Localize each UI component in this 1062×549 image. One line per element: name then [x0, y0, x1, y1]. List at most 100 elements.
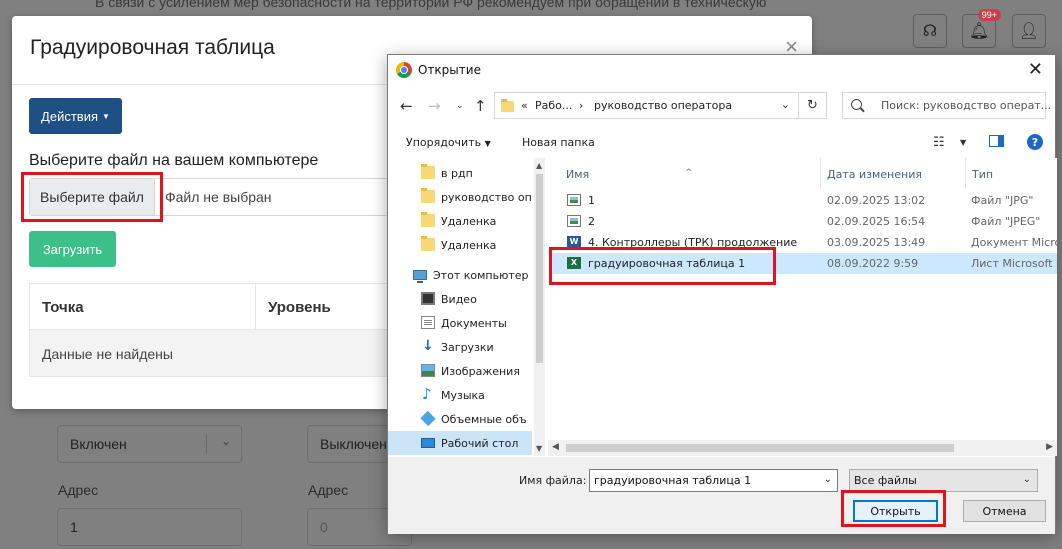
cancel-button[interactable]: Отмена — [963, 500, 1046, 522]
column-type-label: Тип — [972, 168, 994, 181]
nav-item-3d-objects[interactable]: Объемные объ — [388, 407, 532, 431]
table-header: Точка Уровень — [30, 284, 408, 330]
organize-button[interactable]: Упорядочить ▼ — [406, 136, 491, 149]
nav-scrollbar[interactable]: ▲ ▼ — [534, 158, 545, 456]
address-label-2: Адрес — [308, 482, 349, 498]
breadcrumb-current[interactable]: руководство оператора — [594, 99, 732, 112]
chrome-icon — [396, 62, 412, 78]
file-type: Файл "JPG" — [971, 194, 1034, 207]
upload-button[interactable]: Загрузить — [29, 231, 116, 267]
support-button[interactable]: ☊ — [913, 14, 947, 48]
address-label-1: Адрес — [58, 482, 99, 498]
filetype-select[interactable]: Все файлы ⌄ — [849, 469, 1038, 492]
horizontal-scroll-thumb[interactable] — [566, 444, 954, 452]
table-empty-row: Данные не найдены — [30, 330, 408, 376]
file-name: 1 — [588, 194, 595, 207]
file-type: Документ Micro — [971, 236, 1057, 249]
nav-item-desktop[interactable]: Рабочий стол — [388, 431, 532, 455]
refresh-button[interactable]: ↻ — [798, 92, 826, 119]
scroll-right-icon[interactable]: ▶ — [1046, 442, 1053, 452]
nav-item-documents[interactable]: Документы — [388, 311, 532, 335]
notifications-badge: 99+ — [977, 9, 1001, 21]
file-list: Имя ^ Дата изменения Тип 1 02.09.2025 13… — [548, 158, 1057, 456]
music-icon: ♪ — [422, 385, 432, 403]
search-icon — [851, 99, 862, 110]
address-input-1-value: 1 — [70, 519, 78, 535]
new-folder-button[interactable]: Новая папка — [522, 136, 595, 149]
search-input[interactable]: Поиск: руководство операт... — [842, 92, 1051, 119]
folder-icon — [421, 236, 435, 251]
folder-icon — [421, 212, 435, 227]
breadcrumb-parent[interactable]: Рабо... — [535, 99, 572, 112]
forward-arrow-icon[interactable]: → — [428, 97, 441, 115]
file-status: Файл не выбран — [165, 189, 272, 205]
preview-pane-icon[interactable] — [989, 135, 1004, 147]
dialog-close-button[interactable]: ✕ — [1028, 59, 1043, 80]
filename-input[interactable]: градуировочная таблица 1 ⌄ — [589, 469, 838, 492]
column-header-type[interactable]: Тип — [966, 158, 1057, 188]
status-select-2-value: Выключен — [320, 436, 387, 452]
scroll-down-icon[interactable]: ▼ — [536, 444, 542, 453]
folder-icon — [421, 188, 435, 203]
notifications-button[interactable]: 🔔︎ 99+ — [962, 9, 1001, 48]
column-header-date[interactable]: Дата изменения — [821, 158, 966, 188]
nav-item-folder-remote-1[interactable]: Удаленка — [388, 209, 532, 233]
file-name: 2 — [588, 215, 595, 228]
help-icon[interactable]: ? — [1027, 134, 1043, 150]
file-type: Файл "JPEG" — [971, 215, 1041, 228]
up-arrow-icon[interactable]: ↑ — [474, 97, 487, 115]
3d-objects-icon — [420, 410, 436, 427]
dialog-footer: Имя файла: градуировочная таблица 1 ⌄ Вс… — [388, 457, 1055, 534]
file-row[interactable]: 1 02.09.2025 13:02 Файл "JPG" — [550, 190, 1057, 211]
back-arrow-icon[interactable]: ← — [400, 97, 413, 115]
chevron-down-icon[interactable]: ⌄ — [824, 474, 832, 485]
nav-item-label: руководство оп — [441, 191, 532, 204]
file-date: 08.09.2022 9:59 — [827, 257, 919, 270]
nav-item-label: Изображения — [441, 365, 520, 378]
breadcrumb-overflow[interactable]: « — [521, 99, 528, 112]
nav-item-video[interactable]: Видео — [388, 287, 532, 311]
file-date: 02.09.2025 16:54 — [827, 215, 926, 228]
chevron-down-icon: ⌄ — [220, 434, 231, 448]
nav-item-label: Этот компьютер — [433, 269, 529, 282]
scroll-up-icon[interactable]: ▲ — [536, 161, 542, 170]
view-options-icon[interactable]: ☷ — [933, 135, 945, 150]
address-bar[interactable]: « Рабо... › руководство оператора ⌄ — [494, 92, 827, 119]
recent-chevron-icon[interactable]: ⌄ — [456, 101, 464, 111]
file-row[interactable]: 2 02.09.2025 16:54 Файл "JPEG" — [550, 211, 1057, 232]
nav-item-folder-manual[interactable]: руководство оп — [388, 185, 532, 209]
modal-title: Градуировочная таблица — [30, 36, 275, 59]
organize-label: Упорядочить — [406, 136, 482, 149]
dialog-titlebar: Открытие ✕ — [388, 55, 1055, 85]
status-select-1[interactable]: Включен ⌄ — [57, 425, 242, 463]
image-file-icon — [567, 215, 581, 227]
nav-item-label: в рдп — [441, 167, 473, 180]
nav-item-folder-rdp[interactable]: в рдп — [388, 161, 532, 185]
column-name-label: Имя — [566, 168, 590, 181]
scroll-left-icon[interactable]: ◀ — [552, 442, 559, 452]
computer-icon — [413, 270, 427, 283]
horizontal-scrollbar[interactable]: ◀ ▶ — [548, 440, 1057, 456]
highlight-open-button — [841, 490, 946, 527]
nav-item-folder-remote-2[interactable]: Удаленка — [388, 233, 532, 257]
caret-down-icon[interactable]: ▼ — [960, 138, 966, 147]
nav-scroll-thumb[interactable] — [536, 174, 543, 363]
profile-button[interactable]: 👤︎ — [1012, 14, 1046, 48]
nav-item-pictures[interactable]: Изображения — [388, 359, 532, 383]
file-date: 03.09.2025 13:49 — [827, 236, 926, 249]
file-date: 02.09.2025 13:02 — [827, 194, 926, 207]
nav-item-music[interactable]: ♪ Музыка — [388, 383, 532, 407]
chevron-down-icon: ⌄ — [1022, 474, 1031, 485]
nav-item-label: Удаленка — [441, 215, 497, 228]
nav-item-this-pc[interactable]: Этот компьютер — [388, 263, 532, 287]
nav-item-downloads[interactable]: ↓ Загрузки — [388, 335, 532, 359]
filename-label: Имя файла: — [519, 474, 587, 487]
chevron-down-icon[interactable]: ⌄ — [781, 98, 790, 111]
status-select-1-value: Включен — [70, 436, 127, 452]
column-header-level: Уровень — [268, 299, 331, 316]
actions-button-label: Действия — [41, 108, 99, 124]
address-input-1[interactable]: 1 — [57, 508, 242, 546]
actions-button[interactable]: Действия ▼ — [29, 98, 122, 134]
column-header-name[interactable]: Имя ^ — [548, 158, 822, 188]
refresh-icon: ↻ — [807, 98, 818, 113]
